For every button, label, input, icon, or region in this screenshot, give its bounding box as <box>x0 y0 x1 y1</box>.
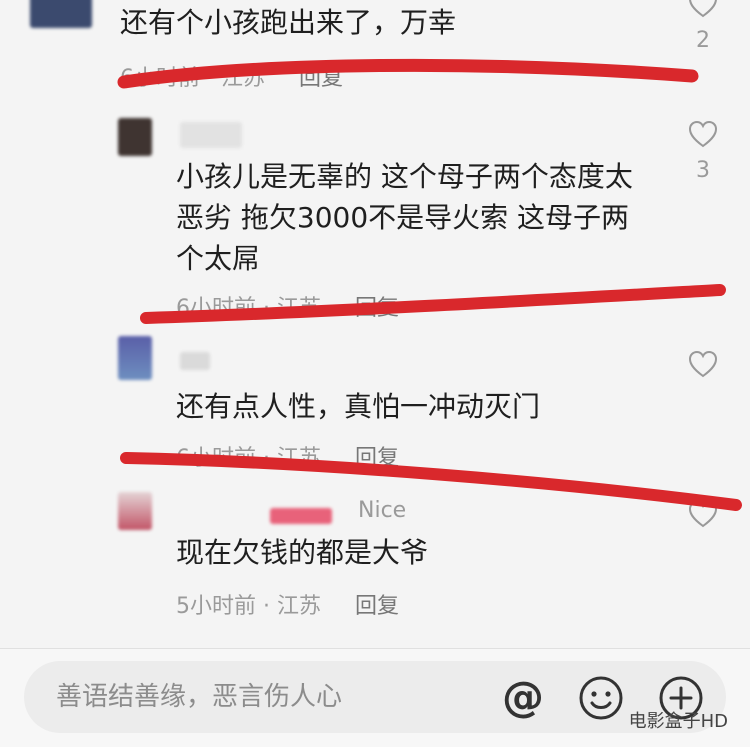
comment-input-placeholder: 善语结善缘，恶言伤人心 <box>56 682 343 712</box>
comment-text: 小孩儿是无辜的 这个母子两个态度太恶劣 拖欠3000不是导火索 这母子两个太屌 <box>176 160 633 275</box>
heart-icon[interactable] <box>688 120 718 150</box>
avatar[interactable] <box>30 0 92 28</box>
comment-time-location: 5小时前 · 江苏 <box>176 594 321 619</box>
at-icon[interactable]: @ <box>500 675 546 721</box>
like-count: 3 <box>696 158 710 183</box>
comment-time-location: 6小时前 · 江苏 <box>176 296 321 321</box>
heart-icon[interactable] <box>688 350 718 380</box>
red-annotation-strokes <box>117 58 742 511</box>
comment-username: Nice <box>358 498 407 523</box>
comment-text: 现在欠钱的都是大爷 <box>176 536 429 569</box>
reply-button[interactable]: 回复 <box>355 296 399 321</box>
avatar[interactable] <box>118 492 152 530</box>
like-count: 2 <box>696 28 710 53</box>
watermark: 电影盒子HD <box>628 711 728 732</box>
comment-time-location: 6小时前 · 江苏 <box>176 446 321 471</box>
reply-button[interactable]: 回复 <box>355 594 399 619</box>
comment-meta: 5小时前 · 江苏 回复 <box>176 588 399 620</box>
avatar[interactable] <box>118 336 152 380</box>
comment-time-location: 6小时前 · 江苏 <box>120 66 265 91</box>
comment-meta: 6小时前 · 江苏 回复 <box>176 290 399 322</box>
comment-text: 还有个小孩跑出来了，万幸 <box>120 6 457 39</box>
username-blurred <box>180 352 210 370</box>
comment-input-bar: 善语结善缘，恶言伤人心 @ 电影盒子HD <box>0 648 750 747</box>
heart-icon[interactable] <box>688 0 718 20</box>
reply-button[interactable]: 回复 <box>355 446 399 471</box>
comment-meta: 6小时前 · 江苏 回复 <box>176 440 399 472</box>
heart-icon[interactable] <box>688 500 718 530</box>
comment-meta: 6小时前 · 江苏 回复 <box>120 60 343 92</box>
comment-text: 还有点人性，真怕一冲动灭门 <box>176 390 541 423</box>
avatar[interactable] <box>118 118 152 156</box>
username-blurred <box>270 508 332 524</box>
username-blurred <box>180 122 242 148</box>
emoji-icon[interactable] <box>578 675 624 721</box>
reply-button[interactable]: 回复 <box>299 66 343 91</box>
